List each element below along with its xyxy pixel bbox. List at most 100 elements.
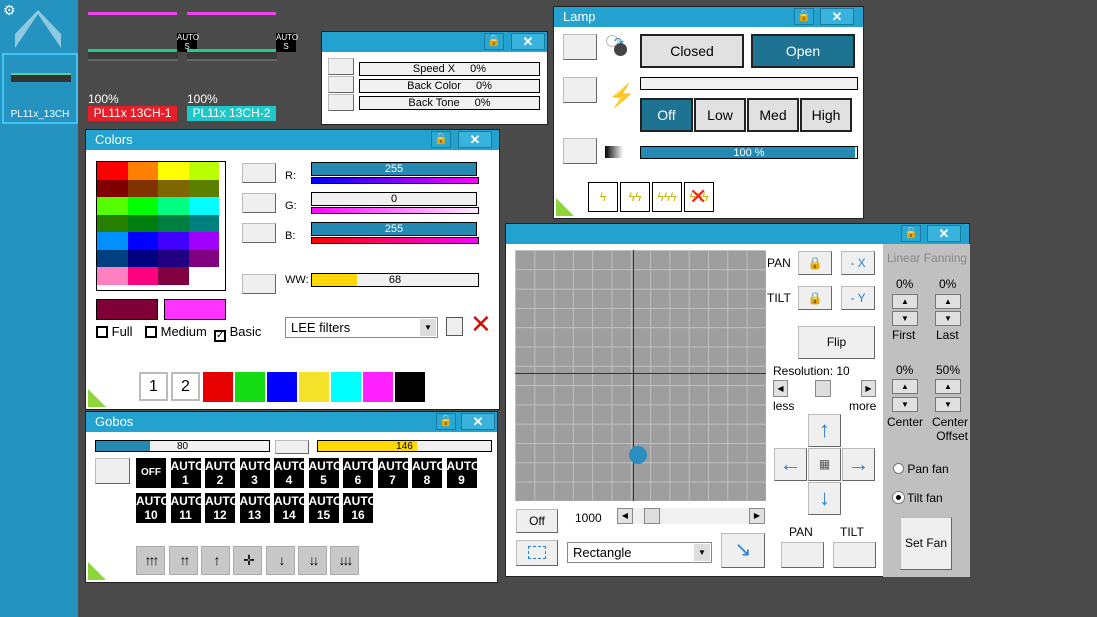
color-cell[interactable]	[158, 249, 189, 267]
strobe-off-button[interactable]: ϟϟϟ ✕	[684, 182, 714, 212]
add-corner-icon[interactable]	[88, 562, 106, 580]
flip-button[interactable]: Flip	[798, 326, 875, 359]
gobo-auto-1[interactable]: AUTO 1	[170, 458, 204, 488]
invert-y-button[interactable]: - Y	[841, 286, 875, 310]
swatch-magenta[interactable]	[363, 372, 393, 402]
color-cell[interactable]	[127, 267, 158, 285]
gobo-auto-15[interactable]: AUTO 15	[308, 493, 342, 523]
intensity-bar[interactable]: 100 %	[640, 146, 858, 159]
first-up-button[interactable]: ▲	[892, 294, 918, 309]
gobo-auto-11[interactable]: AUTO 11	[170, 493, 204, 523]
green-slider[interactable]: 0	[311, 192, 477, 206]
color-cell[interactable]	[188, 267, 219, 285]
close-button[interactable]: ✕	[458, 131, 492, 148]
add-corner-icon[interactable]	[88, 389, 106, 407]
first-down-button[interactable]: ▼	[892, 311, 918, 326]
swatch-green[interactable]	[235, 372, 265, 402]
back-color-bar[interactable]: Back Color 0%	[359, 79, 540, 93]
checkbox-basic[interactable]: ✓ Basic	[214, 324, 261, 342]
rotate-fast-cw-button[interactable]: ↓↓↓	[330, 546, 359, 575]
level-low-button[interactable]: Low	[694, 98, 746, 132]
color-cell[interactable]	[97, 249, 128, 267]
checkbox-medium[interactable]: Medium	[145, 324, 207, 339]
current-color-1[interactable]	[96, 299, 158, 320]
fixture-1[interactable]: AUTO S 100% PL11x 13CH-1	[88, 12, 199, 122]
gobo-auto-9[interactable]: AUTO 9	[446, 458, 480, 488]
rotate-fast-ccw-button[interactable]: ↑↑↑	[136, 546, 165, 575]
gobo-auto-12[interactable]: AUTO 12	[205, 493, 239, 523]
swatch-yellow[interactable]	[299, 372, 329, 402]
gobo-slider[interactable]: 80	[95, 440, 270, 452]
tilt-fan-radio[interactable]: Tilt fan	[893, 491, 943, 505]
color-cell[interactable]	[188, 179, 219, 197]
filter-select[interactable]: LEE filters ▼	[285, 317, 438, 338]
lock-icon[interactable]: 🔒	[436, 413, 456, 430]
color-cell[interactable]	[188, 162, 219, 180]
shape-select[interactable]: Rectangle ▼	[567, 542, 712, 563]
back-color-button[interactable]	[328, 76, 354, 93]
color-cell[interactable]	[188, 249, 219, 267]
gobo-auto-2[interactable]: AUTO 2	[205, 458, 239, 488]
gobo-auto-4[interactable]: AUTO 4	[274, 458, 308, 488]
speed-x-bar[interactable]: Speed X 0%	[359, 62, 540, 76]
title-bar[interactable]	[506, 224, 969, 244]
rotate-medium-cw-button[interactable]: ↓↓	[298, 546, 327, 575]
color-cell[interactable]	[158, 179, 189, 197]
rotate-stop-button[interactable]: ✛	[233, 546, 262, 575]
color-cell[interactable]	[127, 162, 158, 180]
color-cell[interactable]	[97, 179, 128, 197]
rotate-slow-cw-button[interactable]: ↓	[266, 546, 295, 575]
color-cell[interactable]	[158, 197, 189, 215]
back-tone-button[interactable]	[328, 94, 354, 111]
xy-pad[interactable]	[515, 250, 766, 501]
gobo-auto-8[interactable]: AUTO 8	[412, 458, 446, 488]
pan-lock-button[interactable]: 🔒	[798, 251, 832, 275]
last-up-button[interactable]: ▲	[935, 294, 961, 309]
gobo-auto-6[interactable]: AUTO 6	[343, 458, 377, 488]
offset-up-button[interactable]: ▲	[935, 379, 961, 394]
preset-2-button[interactable]: 2	[171, 372, 200, 401]
blue-slider[interactable]: 255	[311, 222, 477, 236]
move-right-button[interactable]: →	[842, 448, 875, 481]
color-cell[interactable]	[127, 197, 158, 215]
color-cell[interactable]	[127, 214, 158, 232]
strobe-3-button[interactable]: ϟϟϟ	[652, 182, 682, 212]
close-button[interactable]: ✕	[927, 225, 961, 242]
open-button[interactable]: Open	[751, 34, 855, 68]
gobo-auto-3[interactable]: AUTO 3	[239, 458, 273, 488]
color-cell[interactable]	[97, 162, 128, 180]
gobo-button[interactable]	[95, 458, 130, 484]
pan-value-button[interactable]	[781, 542, 824, 568]
gobo-auto-16[interactable]: AUTO 16	[343, 493, 377, 523]
color-cell[interactable]	[158, 214, 189, 232]
invert-x-button[interactable]: - X	[841, 251, 875, 275]
gobo-rotation-slider[interactable]: 146	[317, 440, 492, 452]
lock-icon[interactable]: 🔒	[794, 8, 814, 25]
speed-scrollbar[interactable]: ◀ ▶	[617, 508, 765, 524]
close-button[interactable]: ✕	[461, 413, 495, 430]
color-cell[interactable]	[97, 232, 128, 250]
gobo-mid-button[interactable]	[275, 440, 309, 454]
color-cell[interactable]	[97, 214, 128, 232]
move-left-button[interactable]: ←	[774, 448, 807, 481]
pan-fan-radio[interactable]: Pan fan	[893, 462, 949, 476]
swatch-blue[interactable]	[267, 372, 297, 402]
lock-icon[interactable]: 🔒	[901, 225, 921, 242]
color-cell[interactable]	[127, 232, 158, 250]
close-button[interactable]: ✕	[511, 33, 545, 50]
offset-down-button[interactable]: ▼	[935, 397, 961, 412]
red-button[interactable]	[242, 163, 276, 183]
lamp-bar[interactable]	[640, 77, 858, 90]
close-button[interactable]: ✕	[820, 8, 854, 25]
set-fan-button[interactable]: Set Fan	[900, 517, 952, 570]
swatch-black[interactable]	[395, 372, 425, 402]
swatch-cyan[interactable]	[331, 372, 361, 402]
level-med-button[interactable]: Med	[747, 98, 799, 132]
strobe-1-button[interactable]: ϟ	[588, 182, 618, 212]
ww-slider[interactable]: 68	[311, 273, 479, 287]
closed-button[interactable]: Closed	[640, 34, 744, 68]
gobo-auto-7[interactable]: AUTO 7	[377, 458, 411, 488]
color-cell[interactable]	[127, 249, 158, 267]
color-cell[interactable]	[158, 267, 189, 285]
off-button[interactable]: Off	[516, 509, 558, 533]
